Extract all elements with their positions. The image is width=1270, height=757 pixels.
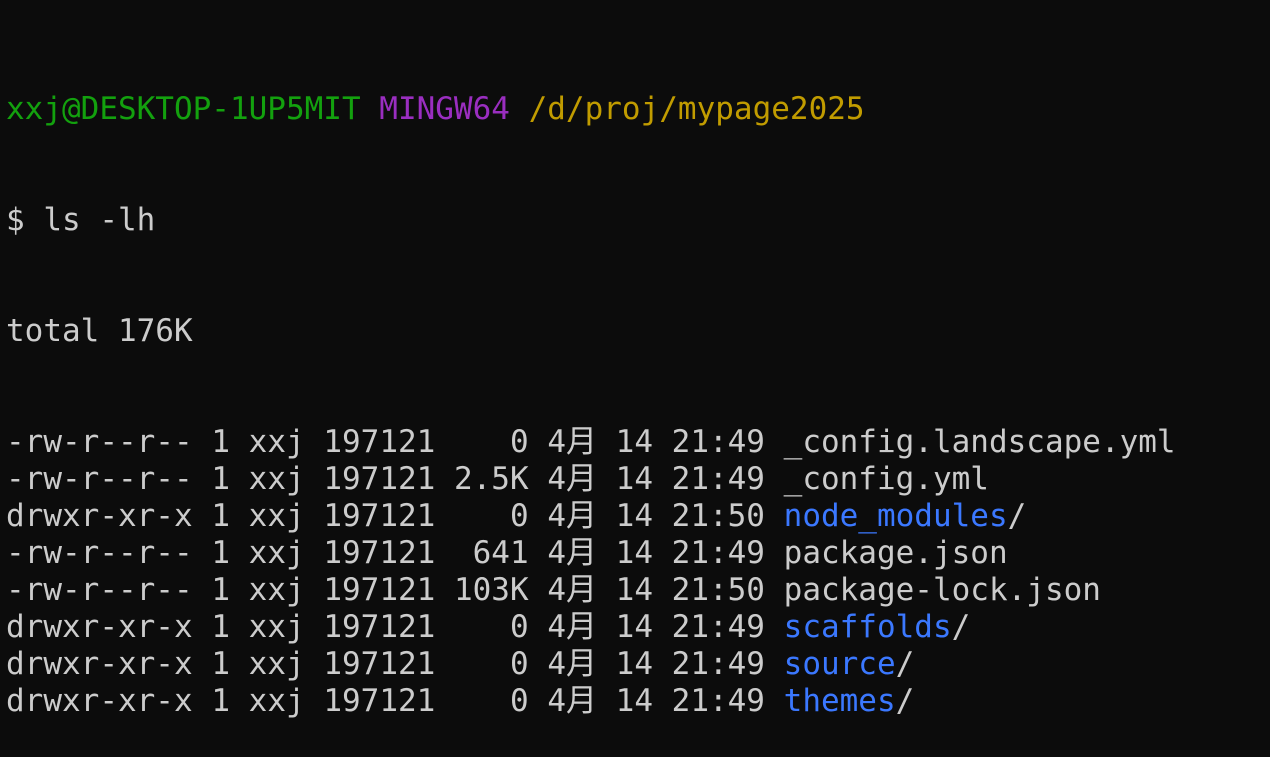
file-day: 14 — [615, 535, 653, 571]
terminal-window[interactable]: xxj@DESKTOP-1UP5MIT MINGW64 /d/proj/mypa… — [0, 0, 1270, 719]
file-permissions: drwxr-xr-x — [6, 609, 193, 645]
file-row: -rw-r--r-- 1 xxj 197121 0 4月 14 21:49 _c… — [6, 424, 1270, 461]
file-time: 21:49 — [671, 683, 765, 719]
file-month: 4月 — [547, 609, 597, 645]
file-group: 197121 — [323, 683, 436, 719]
file-time: 21:49 — [671, 461, 765, 497]
prompt-line: xxj@DESKTOP-1UP5MIT MINGW64 /d/proj/mypa… — [6, 91, 1270, 128]
file-name: package-lock.json — [783, 572, 1101, 608]
file-owner: xxj — [248, 572, 305, 608]
prompt-user-host: xxj@DESKTOP-1UP5MIT — [6, 91, 361, 127]
total-line: total 176K — [6, 313, 193, 349]
file-size: 0 — [453, 498, 529, 534]
file-owner: xxj — [248, 609, 305, 645]
file-link-count: 1 — [211, 646, 230, 682]
file-permissions: -rw-r--r-- — [6, 572, 193, 608]
file-name: package.json — [783, 535, 1008, 571]
file-size: 103K — [453, 572, 529, 608]
file-time: 21:49 — [671, 535, 765, 571]
file-link-count: 1 — [211, 424, 230, 460]
file-owner: xxj — [248, 461, 305, 497]
file-link-count: 1 — [211, 498, 230, 534]
file-link-count: 1 — [211, 609, 230, 645]
file-link-count: 1 — [211, 535, 230, 571]
file-permissions: drwxr-xr-x — [6, 646, 193, 682]
file-group: 197121 — [323, 498, 436, 534]
file-size: 0 — [453, 683, 529, 719]
file-permissions: -rw-r--r-- — [6, 535, 193, 571]
file-time: 21:49 — [671, 424, 765, 460]
file-day: 14 — [615, 683, 653, 719]
directory-slash: / — [895, 646, 915, 682]
prompt-symbol: $ — [6, 202, 25, 238]
file-month: 4月 — [547, 683, 597, 719]
directory-name: node_modules — [783, 498, 1008, 534]
file-month: 4月 — [547, 498, 597, 534]
directory-name: source — [783, 646, 896, 682]
file-size: 0 — [453, 646, 529, 682]
directory-slash: / — [951, 609, 971, 645]
file-listing: -rw-r--r-- 1 xxj 197121 0 4月 14 21:49 _c… — [6, 424, 1270, 720]
file-month: 4月 — [547, 535, 597, 571]
file-name: _config.landscape.yml — [783, 424, 1176, 460]
file-permissions: drwxr-xr-x — [6, 498, 193, 534]
command-text: ls -lh — [43, 202, 156, 238]
file-day: 14 — [615, 498, 653, 534]
file-group: 197121 — [323, 609, 436, 645]
file-owner: xxj — [248, 683, 305, 719]
file-group: 197121 — [323, 572, 436, 608]
file-link-count: 1 — [211, 683, 230, 719]
file-row: -rw-r--r-- 1 xxj 197121 2.5K 4月 14 21:49… — [6, 461, 1270, 498]
file-row: drwxr-xr-x 1 xxj 197121 0 4月 14 21:49 th… — [6, 683, 1270, 720]
file-permissions: -rw-r--r-- — [6, 461, 193, 497]
file-month: 4月 — [547, 572, 597, 608]
file-permissions: -rw-r--r-- — [6, 424, 193, 460]
file-row: -rw-r--r-- 1 xxj 197121 103K 4月 14 21:50… — [6, 572, 1270, 609]
prompt-shell: MINGW64 — [379, 91, 510, 127]
file-owner: xxj — [248, 646, 305, 682]
file-day: 14 — [615, 461, 653, 497]
file-link-count: 1 — [211, 572, 230, 608]
file-owner: xxj — [248, 535, 305, 571]
file-size: 2.5K — [453, 461, 529, 497]
file-link-count: 1 — [211, 461, 230, 497]
file-month: 4月 — [547, 424, 597, 460]
file-month: 4月 — [547, 646, 597, 682]
command-line: $ ls -lh — [6, 202, 1270, 239]
file-day: 14 — [615, 572, 653, 608]
file-day: 14 — [615, 609, 653, 645]
file-size: 641 — [453, 535, 529, 571]
directory-slash: / — [895, 683, 915, 719]
directory-slash: / — [1007, 498, 1027, 534]
file-name: _config.yml — [783, 461, 989, 497]
prompt-path: /d/proj/mypage2025 — [528, 91, 865, 127]
file-row: drwxr-xr-x 1 xxj 197121 0 4月 14 21:49 sc… — [6, 609, 1270, 646]
file-group: 197121 — [323, 461, 436, 497]
directory-name: scaffolds — [783, 609, 952, 645]
file-row: -rw-r--r-- 1 xxj 197121 641 4月 14 21:49 … — [6, 535, 1270, 572]
file-size: 0 — [453, 609, 529, 645]
file-time: 21:49 — [671, 646, 765, 682]
file-size: 0 — [453, 424, 529, 460]
file-permissions: drwxr-xr-x — [6, 683, 193, 719]
directory-name: themes — [783, 683, 896, 719]
file-group: 197121 — [323, 535, 436, 571]
file-owner: xxj — [248, 424, 305, 460]
file-month: 4月 — [547, 461, 597, 497]
file-row: drwxr-xr-x 1 xxj 197121 0 4月 14 21:49 so… — [6, 646, 1270, 683]
file-row: drwxr-xr-x 1 xxj 197121 0 4月 14 21:50 no… — [6, 498, 1270, 535]
file-time: 21:50 — [671, 572, 765, 608]
file-time: 21:49 — [671, 609, 765, 645]
file-owner: xxj — [248, 498, 305, 534]
file-group: 197121 — [323, 646, 436, 682]
file-time: 21:50 — [671, 498, 765, 534]
file-day: 14 — [615, 646, 653, 682]
file-group: 197121 — [323, 424, 436, 460]
file-day: 14 — [615, 424, 653, 460]
